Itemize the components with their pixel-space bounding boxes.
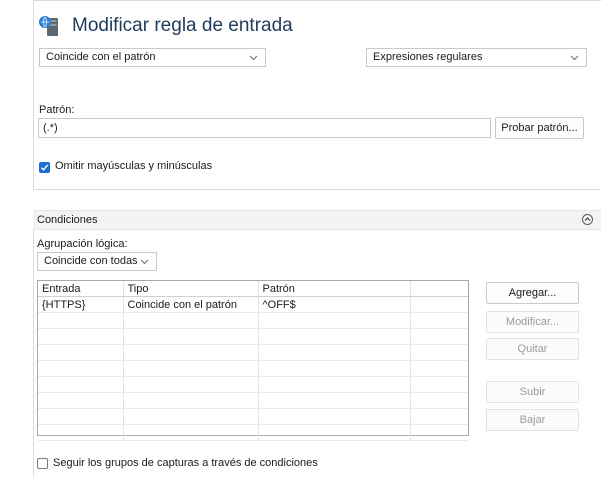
table-header-row: Entrada Tipo Patrón — [38, 281, 468, 297]
chevron-down-icon — [570, 49, 579, 61]
ignore-case-label: Omitir mayúsculas y minúsculas — [55, 160, 213, 172]
cell-type: Coincide con el patrón — [123, 296, 259, 313]
ignore-case-checkbox[interactable] — [39, 162, 50, 173]
conditions-section-header: Condiciones — [33, 210, 601, 230]
server-rule-icon — [38, 14, 62, 38]
column-header-input[interactable]: Entrada — [38, 281, 124, 297]
cell-pattern: ^OFF$ — [258, 296, 411, 313]
table-row-empty — [38, 424, 468, 441]
table-row-empty — [38, 312, 468, 329]
cell-extra — [410, 296, 468, 313]
match-type-select[interactable]: Coincide con el patrón — [39, 48, 266, 67]
table-row-empty — [38, 328, 468, 345]
table-row-empty — [38, 392, 468, 409]
chevron-down-icon — [140, 253, 149, 265]
table-row-empty — [38, 376, 468, 393]
table-row-empty — [38, 408, 468, 425]
add-condition-button[interactable]: Agregar... — [486, 282, 579, 304]
check-icon — [41, 164, 49, 171]
remove-condition-button[interactable]: Quitar — [486, 338, 579, 360]
panel-divider — [33, 189, 601, 190]
track-captures-label: Seguir los grupos de capturas a través d… — [53, 457, 318, 469]
table-row[interactable]: {HTTPS} Coincide con el patrón ^OFF$ — [38, 296, 468, 313]
grouping-select[interactable]: Coincide con todas — [37, 252, 157, 271]
chevron-down-icon — [249, 49, 258, 61]
collapse-icon[interactable] — [582, 214, 593, 225]
test-pattern-button[interactable]: Probar patrón... — [495, 117, 584, 139]
table-row-empty — [38, 360, 468, 377]
grouping-value: Coincide con todas — [44, 255, 138, 267]
column-header-pattern[interactable]: Patrón — [258, 281, 411, 297]
syntax-value: Expresiones regulares — [373, 51, 483, 63]
pattern-label: Patrón: — [39, 104, 75, 116]
grouping-label: Agrupación lógica: — [37, 238, 128, 250]
column-header-type[interactable]: Tipo — [123, 281, 259, 297]
track-captures-checkbox[interactable] — [37, 458, 48, 469]
edit-condition-button[interactable]: Modificar... — [486, 311, 579, 333]
pattern-input[interactable]: (.*) — [38, 118, 491, 138]
match-type-value: Coincide con el patrón — [46, 51, 156, 63]
conditions-left-border — [33, 210, 34, 477]
panel-top-border — [33, 0, 601, 1]
conditions-section-title: Condiciones — [37, 214, 98, 226]
page-title: Modificar regla de entrada — [72, 15, 293, 36]
move-up-button[interactable]: Subir — [486, 381, 579, 403]
conditions-table[interactable]: Entrada Tipo Patrón {HTTPS} Coincide con… — [37, 280, 469, 441]
move-down-button[interactable]: Bajar — [486, 409, 579, 431]
panel-left-border — [33, 0, 34, 190]
cell-input: {HTTPS} — [38, 296, 124, 313]
column-header-extra[interactable] — [410, 281, 468, 297]
syntax-select[interactable]: Expresiones regulares — [366, 48, 587, 67]
table-row-empty — [38, 344, 468, 361]
